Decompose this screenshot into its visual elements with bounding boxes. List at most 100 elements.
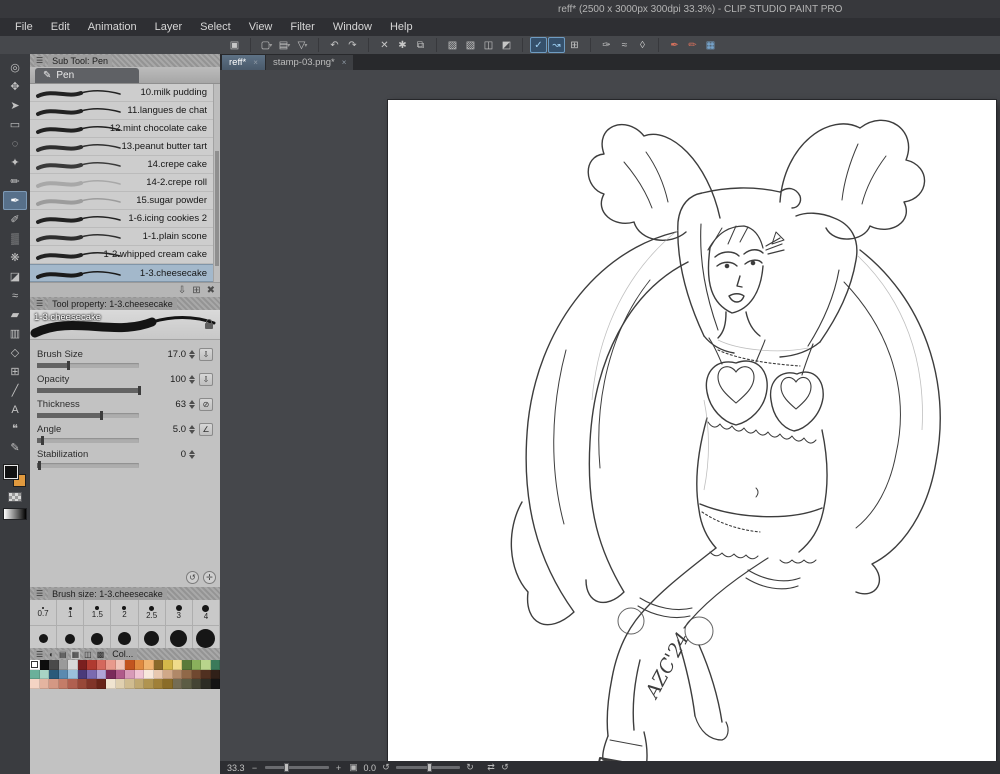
close-tab-icon[interactable]: ×: [342, 58, 347, 67]
close-tab-icon[interactable]: ×: [253, 58, 258, 67]
ruler-tool[interactable]: ╱: [3, 381, 27, 400]
flip-horizontal-button[interactable]: ⇄: [486, 762, 496, 773]
zoom-out-button[interactable]: −: [250, 763, 260, 773]
brush-size-option[interactable]: 3: [165, 600, 193, 626]
brush-item[interactable]: 1-2.whipped cream cake: [30, 246, 220, 264]
param-value[interactable]: 63: [156, 399, 186, 410]
color-swatch[interactable]: [96, 660, 106, 670]
rotate-left-button[interactable]: ↺: [381, 762, 391, 773]
color-wheel-tab[interactable]: ◐: [48, 649, 56, 659]
detail-settings-button[interactable]: ✛: [203, 571, 216, 584]
airbrush-tool[interactable]: ▒: [3, 229, 27, 248]
zoom-slider[interactable]: [264, 763, 329, 772]
brush-size-option[interactable]: 1: [57, 600, 85, 626]
brush-size-option[interactable]: 2: [111, 600, 139, 626]
brush-item[interactable]: 14-2.crepe roll: [30, 174, 220, 192]
color-swatch[interactable]: [49, 660, 59, 670]
panel-menu-icon[interactable]: ☰: [34, 649, 46, 659]
param-brush-size-option-button[interactable]: ⇩: [199, 347, 213, 361]
mask-eraser-button[interactable]: ✏: [684, 37, 701, 53]
magic-wand-tool[interactable]: ✦: [3, 153, 27, 172]
rotation-slider-thumb[interactable]: [426, 763, 432, 772]
slider-thumb[interactable]: [138, 386, 141, 395]
menu-window[interactable]: Window: [324, 18, 381, 36]
intermediate-color-tab[interactable]: ◫: [83, 649, 93, 659]
color-swatch[interactable]: [144, 669, 154, 679]
slider-thumb[interactable]: [38, 461, 42, 470]
param-angle-option-button[interactable]: ∠: [199, 422, 213, 436]
fill-tool[interactable]: ▰: [3, 305, 27, 324]
color-swatch[interactable]: [144, 660, 154, 670]
color-swatch[interactable]: [30, 660, 40, 670]
param-spinner[interactable]: [189, 424, 195, 434]
brush-size-option[interactable]: [193, 626, 220, 648]
menu-filter[interactable]: Filter: [281, 18, 323, 36]
color-swatch[interactable]: [87, 679, 97, 689]
open-file-button[interactable]: ▤ ▾: [276, 37, 293, 53]
menu-view[interactable]: View: [240, 18, 282, 36]
menu-edit[interactable]: Edit: [42, 18, 79, 36]
vector-eraser-button[interactable]: ◊: [634, 37, 651, 53]
zoom-slider-thumb[interactable]: [283, 763, 289, 772]
subtool-tab-pen[interactable]: ✎ Pen: [35, 68, 139, 83]
brush-size-option[interactable]: 2.5: [138, 600, 166, 626]
color-swatch[interactable]: [182, 669, 192, 679]
color-swatch[interactable]: [87, 660, 97, 670]
color-swatch[interactable]: [30, 669, 40, 679]
fit-screen-button[interactable]: ▣: [349, 762, 359, 773]
color-swatch[interactable]: [68, 669, 78, 679]
redo-button[interactable]: ↷: [344, 37, 361, 53]
brush-list-scrollbar[interactable]: [213, 84, 220, 282]
restore-defaults-button[interactable]: ↺: [186, 571, 199, 584]
color-swatch[interactable]: [96, 679, 106, 689]
lock-icon[interactable]: [205, 319, 213, 329]
color-swatch[interactable]: [30, 679, 40, 689]
brush-item[interactable]: 1-1.plain scone: [30, 228, 220, 246]
param-angle-slider[interactable]: [37, 436, 139, 445]
canvas-page[interactable]: AZC'24: [388, 100, 996, 761]
color-slider-tab[interactable]: ▤: [58, 649, 68, 659]
param-opacity-option-button[interactable]: ⇩: [199, 372, 213, 386]
color-swatch[interactable]: [191, 669, 201, 679]
color-swatch[interactable]: [134, 660, 144, 670]
color-swatch[interactable]: [115, 679, 125, 689]
color-swatch[interactable]: [134, 679, 144, 689]
color-swatch[interactable]: [172, 660, 182, 670]
color-swatch[interactable]: [68, 660, 78, 670]
color-swatch[interactable]: [106, 679, 116, 689]
snap-to-grid-button[interactable]: ⊞: [566, 37, 583, 53]
pencil-tool[interactable]: ✏: [3, 172, 27, 191]
brush-item[interactable]: 13.peanut butter tart: [30, 138, 220, 156]
param-spinner[interactable]: [189, 349, 195, 359]
delete-subtool-button[interactable]: ✖: [207, 285, 215, 296]
color-swatch[interactable]: [182, 660, 192, 670]
deselect-button[interactable]: ▧: [462, 37, 479, 53]
color-swatch[interactable]: [39, 679, 49, 689]
rotate-right-button[interactable]: ↻: [465, 762, 475, 773]
panel-menu-icon[interactable]: ☰: [34, 56, 46, 65]
param-value[interactable]: 0: [156, 449, 186, 460]
color-swatch[interactable]: [210, 660, 220, 670]
menu-layer[interactable]: Layer: [146, 18, 192, 36]
param-thickness-slider[interactable]: [37, 411, 139, 420]
gradient-preview[interactable]: [3, 508, 27, 520]
menu-animation[interactable]: Animation: [79, 18, 146, 36]
document-tab[interactable]: stamp-03.png* ×: [265, 55, 354, 70]
color-swatch[interactable]: [210, 669, 220, 679]
save-button[interactable]: ▽ ▾: [294, 37, 311, 53]
delete-button[interactable]: ✕: [376, 37, 393, 53]
brush-item[interactable]: 1-6.icing cookies 2: [30, 210, 220, 228]
color-swatch[interactable]: [182, 679, 192, 689]
param-spinner[interactable]: [189, 399, 195, 409]
canvas-viewport[interactable]: AZC'24: [220, 70, 1000, 761]
operation-tool[interactable]: ➤: [3, 96, 27, 115]
invert-selection-button[interactable]: ◫: [480, 37, 497, 53]
color-swatch[interactable]: [115, 660, 125, 670]
select-area-button[interactable]: ▨: [444, 37, 461, 53]
color-swatch[interactable]: [96, 669, 106, 679]
param-thickness-option-button[interactable]: ⊘: [199, 397, 213, 411]
zoom-tool[interactable]: ◎: [3, 58, 27, 77]
selection-tool[interactable]: ▭: [3, 115, 27, 134]
param-value[interactable]: 17.0: [156, 349, 187, 360]
snap-to-ruler-button[interactable]: ✓: [530, 37, 547, 53]
